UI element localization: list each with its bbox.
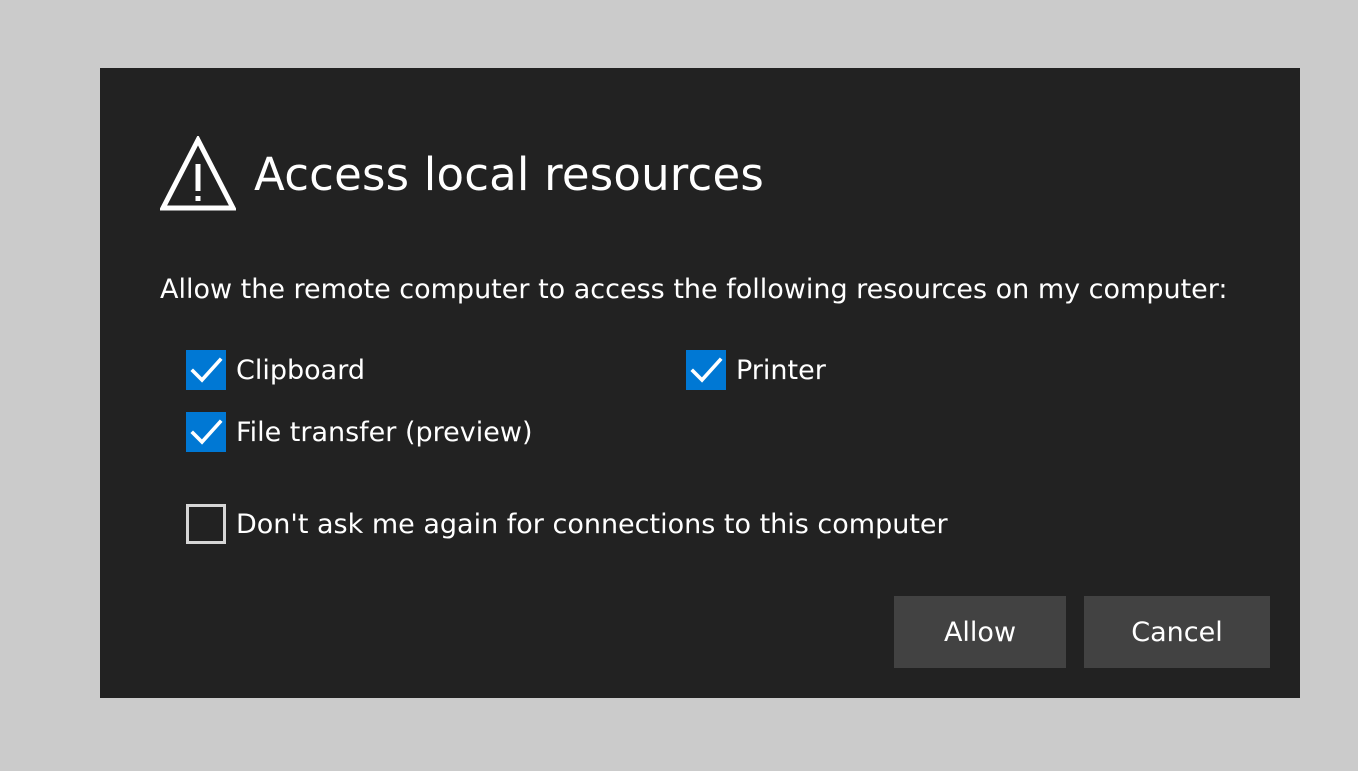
file-transfer-checkbox[interactable]: File transfer (preview): [186, 412, 532, 452]
printer-checkbox[interactable]: Printer: [686, 350, 826, 390]
dialog-title: Access local resources: [254, 147, 764, 201]
dont-ask-again-checkbox[interactable]: Don't ask me again for connections to th…: [186, 504, 948, 544]
cancel-button[interactable]: Cancel: [1084, 596, 1270, 668]
clipboard-checkbox[interactable]: Clipboard: [186, 350, 365, 390]
file-transfer-label: File transfer (preview): [236, 416, 533, 448]
checkmark-icon: [690, 357, 723, 383]
printer-checkbox-box[interactable]: [686, 350, 726, 390]
dialog-prompt: Allow the remote computer to access the …: [160, 274, 1228, 305]
warning-icon: [160, 136, 236, 211]
allow-button[interactable]: Allow: [894, 596, 1066, 668]
clipboard-checkbox-box[interactable]: [186, 350, 226, 390]
dont-ask-again-label: Don't ask me again for connections to th…: [236, 508, 948, 540]
file-transfer-checkbox-box[interactable]: [186, 412, 226, 452]
dont-ask-again-checkbox-box[interactable]: [186, 504, 226, 544]
access-local-resources-dialog: Access local resources Allow the remote …: [100, 68, 1300, 698]
checkmark-icon: [190, 419, 223, 445]
dialog-header: Access local resources: [160, 136, 764, 212]
printer-label: Printer: [736, 354, 826, 386]
checkmark-icon: [190, 357, 223, 383]
clipboard-label: Clipboard: [236, 354, 365, 386]
